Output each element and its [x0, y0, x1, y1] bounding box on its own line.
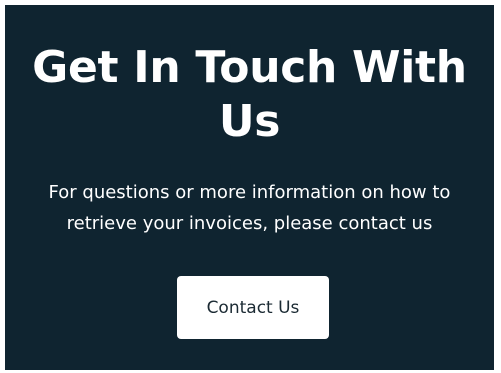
contact-us-button[interactable]: Contact Us [177, 276, 329, 339]
section-title: Get In Touch With Us [32, 42, 467, 147]
contact-panel: Get In Touch With Us For questions or mo… [5, 5, 494, 370]
section-description: For questions or more information on how… [48, 182, 451, 234]
